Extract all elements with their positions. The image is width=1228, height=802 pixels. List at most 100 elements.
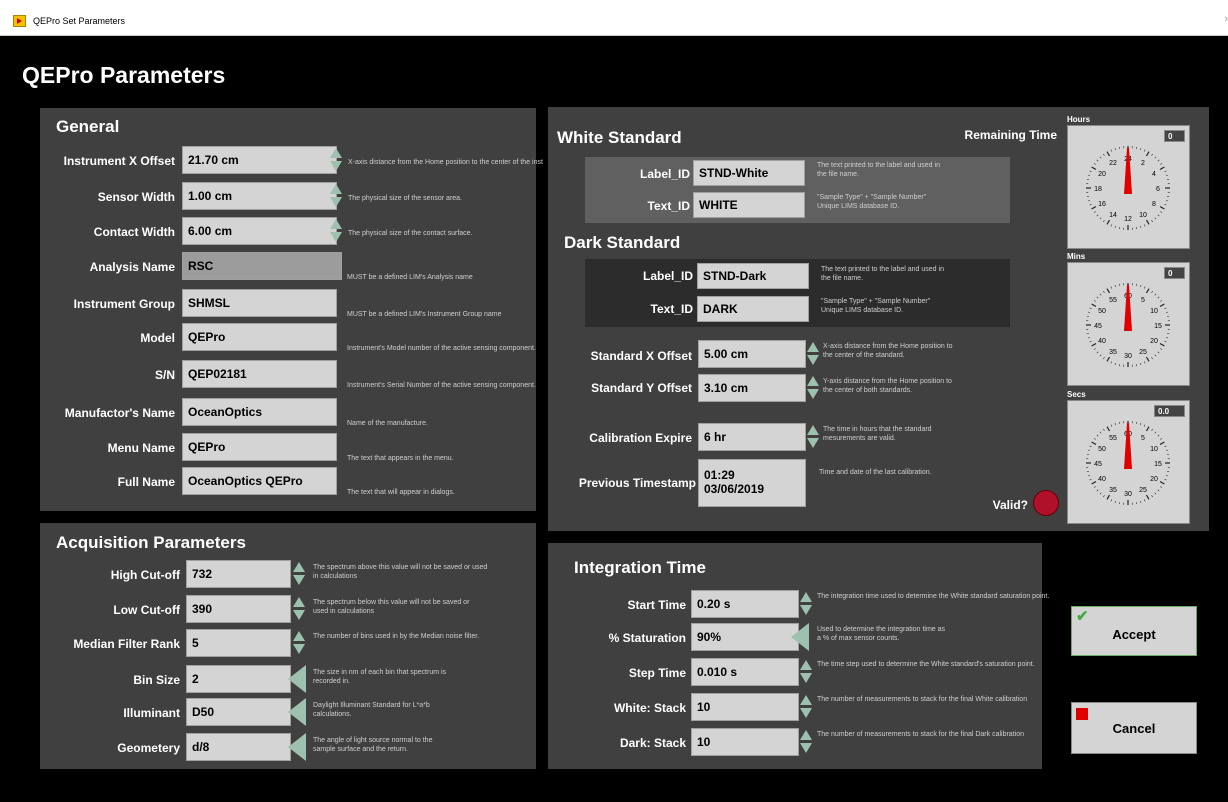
hours-tick (1160, 211, 1163, 213)
secs-label: Secs (1067, 390, 1086, 399)
integration-2-desc: The time step used to determine the Whit… (817, 661, 1035, 668)
std-y-offset-field[interactable]: 3.10 cm (698, 374, 806, 402)
secs-tick-label: 40 (1098, 476, 1106, 483)
mins-tick (1099, 293, 1102, 296)
general-8-field[interactable]: QEPro (182, 433, 337, 461)
secs-tick (1164, 478, 1167, 481)
acquisition-0-field[interactable]: 732 (186, 560, 291, 588)
general-7-field[interactable]: OceanOptics (182, 398, 337, 426)
acquisition-5-field[interactable]: d/8 (186, 733, 291, 761)
integration-2-spinner[interactable] (800, 658, 812, 686)
dark-standard-box: Label_ID STND-Dark The text printed to t… (585, 259, 1010, 327)
mins-tick (1145, 356, 1150, 362)
general-9-desc: The text that will appear in dialogs. (347, 489, 455, 496)
secs-tick (1165, 475, 1169, 477)
integration-title: Integration Time (574, 558, 706, 577)
std-x-offset-spinner[interactable] (807, 340, 819, 368)
accept-button[interactable]: ✔ Accept (1071, 606, 1197, 656)
general-5-field[interactable]: QEPro (182, 323, 337, 351)
mins-tick-label: 55 (1109, 297, 1117, 304)
general-2-desc: The physical size of the contact surface… (348, 230, 473, 237)
mins-tick (1164, 340, 1167, 343)
integration-1-ring-selector[interactable] (791, 623, 809, 651)
std-x-offset-field[interactable]: 5.00 cm (698, 340, 806, 368)
general-2-field[interactable]: 6.00 cm (182, 217, 337, 245)
integration-panel: Integration Time Start Time 0.20 s The int… (548, 543, 1049, 769)
mins-tick (1160, 348, 1163, 350)
integration-1-label: % Staturation (608, 631, 686, 645)
hours-gauge: 24681012141618202224 0 (1067, 125, 1190, 249)
hours-tick (1110, 224, 1113, 227)
acquisition-3-ring-selector[interactable] (288, 665, 306, 693)
dark-text-id-desc: "Sample Type" + "Sample Number" Unique LI… (821, 298, 931, 314)
secs-tick (1103, 495, 1105, 498)
std-y-offset-label: Standard Y Offset (591, 381, 692, 395)
white-text-id-field[interactable]: WHITE (693, 192, 805, 218)
secs-tick (1145, 494, 1150, 500)
white-label-id-field[interactable]: STND-White (693, 160, 805, 186)
mins-tick-label: 40 (1098, 338, 1106, 345)
valid-label: Valid? (992, 498, 1028, 512)
general-1-field[interactable]: 1.00 cm (182, 182, 337, 210)
mins-tick-label: 15 (1154, 323, 1162, 330)
general-1-label: Sensor Width (97, 190, 175, 204)
acquisition-5-ring-selector[interactable] (288, 733, 306, 761)
integration-4-spinner[interactable] (800, 728, 812, 756)
integration-3-field[interactable]: 10 (691, 693, 799, 721)
mins-tick (1140, 362, 1142, 366)
acquisition-0-spinner[interactable] (293, 560, 305, 588)
general-3-desc: MUST be a defined LIM's Analysis name (347, 274, 473, 281)
secs-dial: 51015202530354045505560 (1086, 421, 1170, 505)
general-2-spinner[interactable] (330, 217, 342, 245)
chevron-right-icon[interactable]: › (1224, 13, 1228, 25)
std-x-offset-desc: X-axis distance from the Home position t… (823, 343, 953, 359)
dark-text-id-field[interactable]: DARK (697, 296, 809, 322)
acquisition-3-field[interactable]: 2 (186, 665, 291, 693)
general-4-field[interactable]: SHMSL (182, 289, 337, 317)
hours-dial: 24681012141618202224 (1086, 146, 1170, 230)
hours-tick (1151, 220, 1153, 223)
acquisition-4-ring-selector[interactable] (288, 698, 306, 726)
dark-label-id-field[interactable]: STND-Dark (697, 263, 809, 289)
general-3-field[interactable]: RSC (182, 252, 342, 280)
hours-tick (1087, 200, 1091, 202)
integration-3-spinner[interactable] (800, 693, 812, 721)
hours-tick (1154, 156, 1157, 159)
hours-tick (1164, 203, 1167, 206)
hours-tick-label: 16 (1098, 201, 1106, 208)
acquisition-2-spinner[interactable] (293, 629, 305, 657)
secs-tick (1093, 438, 1096, 440)
secs-tick (1165, 449, 1169, 451)
acquisition-2-field[interactable]: 5 (186, 629, 291, 657)
integration-0-field[interactable]: 0.20 s (691, 590, 799, 618)
cancel-button[interactable]: Cancel (1071, 702, 1197, 754)
mins-tick-label: 45 (1094, 323, 1102, 330)
integration-4-label: Dark: Stack (619, 736, 686, 750)
general-title: General (56, 117, 120, 136)
integration-0-spinner[interactable] (800, 590, 812, 618)
hours-tick (1154, 217, 1157, 220)
secs-tick (1157, 434, 1160, 437)
cal-expire-field[interactable]: 6 hr (698, 423, 806, 451)
general-1-spinner[interactable] (330, 182, 342, 210)
acquisition-1-field[interactable]: 390 (186, 595, 291, 623)
valid-indicator-led (1033, 490, 1059, 516)
hours-tick (1093, 163, 1096, 165)
integration-4-field[interactable]: 10 (691, 728, 799, 756)
integration-1-field[interactable]: 90% (691, 623, 799, 651)
prev-timestamp-field: 01:29 03/06/2019 (698, 459, 806, 507)
acquisition-5-desc: The angle of light source normal to the s… (313, 737, 433, 753)
secs-tick (1157, 489, 1160, 492)
integration-2-field[interactable]: 0.010 s (691, 658, 799, 686)
general-0-field[interactable]: 21.70 cm (182, 146, 337, 174)
acquisition-1-spinner[interactable] (293, 595, 305, 623)
general-9-field[interactable]: OceanOptics QEPro (182, 467, 337, 495)
integration-0-label: Start Time (627, 598, 686, 612)
acquisition-4-field[interactable]: D50 (186, 698, 291, 726)
std-y-offset-spinner[interactable] (807, 374, 819, 402)
cal-expire-spinner[interactable] (807, 423, 819, 451)
mins-tick (1087, 311, 1091, 313)
general-0-spinner[interactable] (330, 146, 342, 174)
general-6-field[interactable]: QEP02181 (182, 360, 337, 388)
hours-tick (1103, 220, 1105, 223)
